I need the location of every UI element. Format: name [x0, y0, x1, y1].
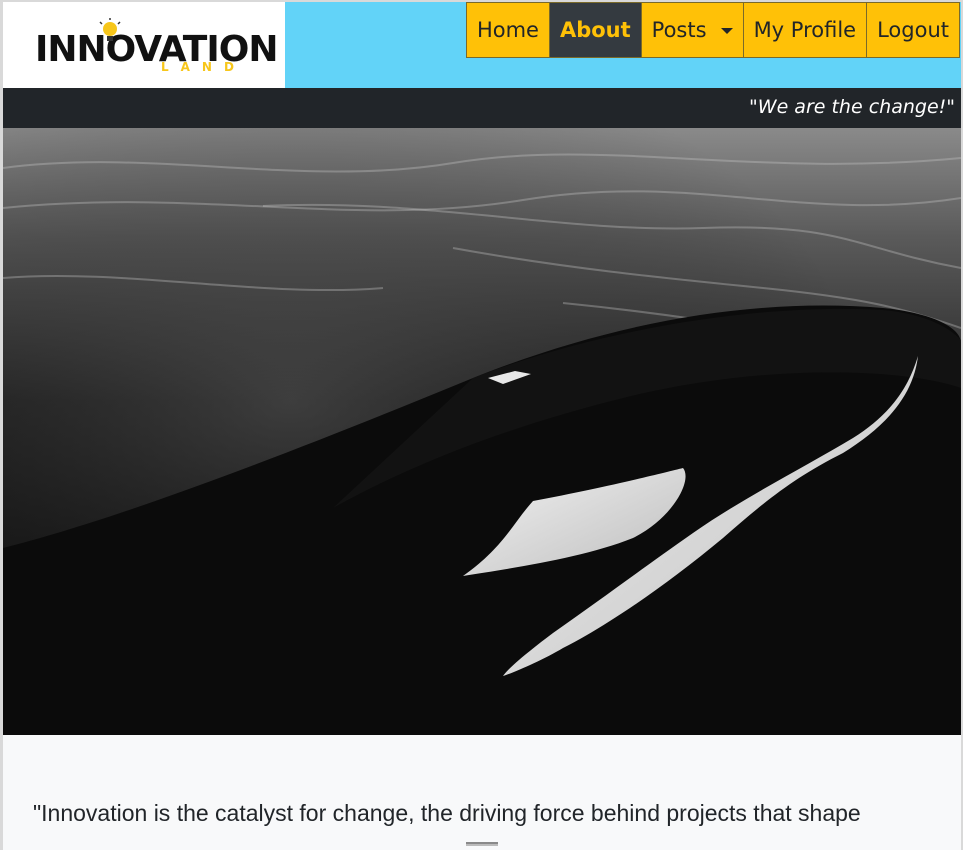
nav-home-label: Home — [476, 18, 539, 42]
nav-my-profile[interactable]: My Profile — [742, 2, 868, 58]
tagline-bar: "We are the change!" — [3, 88, 961, 128]
tagline: "We are the change!" — [749, 96, 955, 118]
nav-home[interactable]: Home — [465, 2, 550, 58]
nav-logout-label: Logout — [877, 18, 949, 42]
hero-image — [3, 128, 961, 735]
nav-about[interactable]: About — [548, 2, 642, 58]
nav-logout[interactable]: Logout — [866, 2, 960, 58]
nav-my-profile-label: My Profile — [753, 18, 857, 42]
top-navbar: INNOVATION LAND Home About Posts My Prof… — [3, 2, 961, 88]
resize-handle[interactable] — [466, 842, 498, 846]
nav-posts-label: Posts — [651, 18, 707, 42]
intro-quote: "Innovation is the catalyst for change, … — [33, 800, 861, 826]
logo-subtitle: LAND — [161, 60, 246, 74]
chevron-down-icon — [720, 28, 733, 34]
logo[interactable]: INNOVATION LAND — [3, 2, 285, 88]
orca-photo — [3, 128, 961, 735]
nav-about-label: About — [559, 18, 631, 42]
main-nav: Home About Posts My Profile Logout — [465, 2, 960, 58]
nav-posts-dropdown[interactable]: Posts — [640, 2, 744, 58]
lightbulb-icon — [99, 18, 121, 41]
